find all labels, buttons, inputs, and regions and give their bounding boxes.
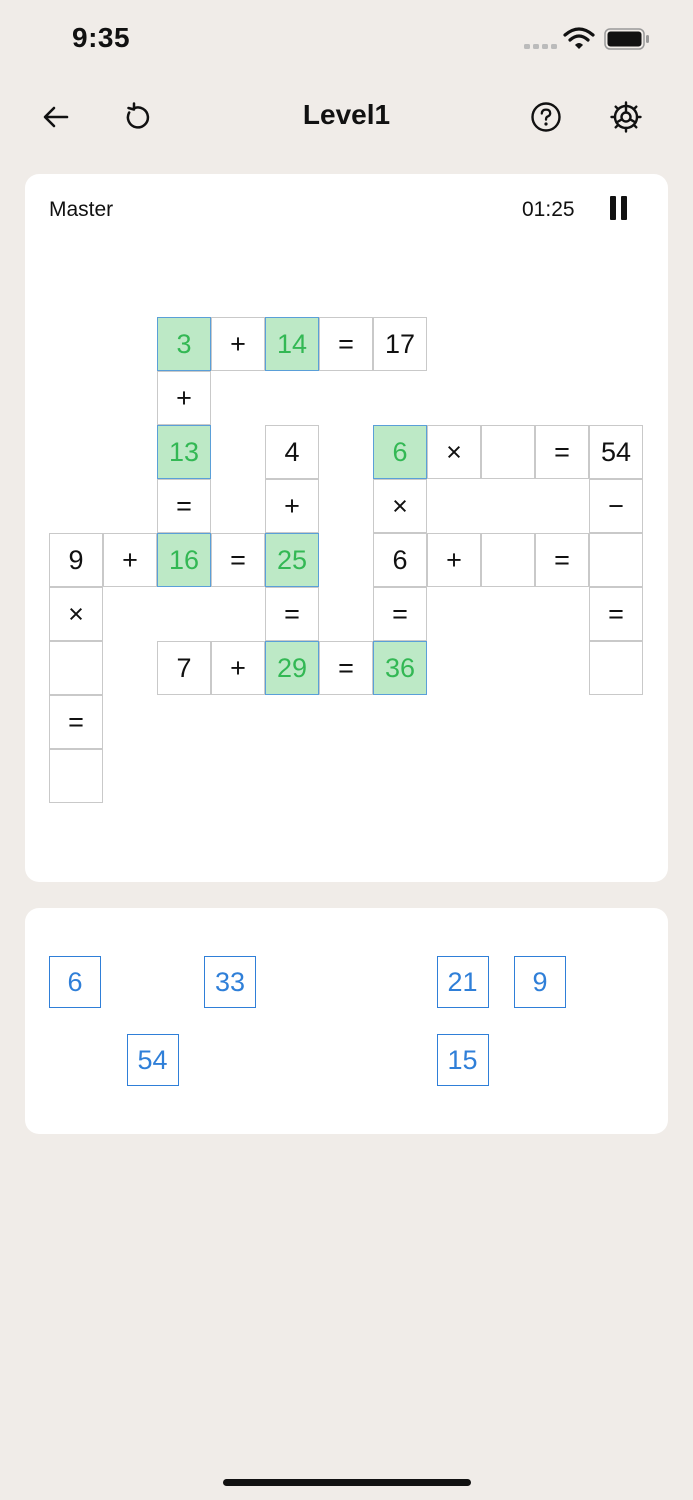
settings-button[interactable] [606, 97, 646, 137]
number-tile[interactable]: 21 [436, 956, 489, 1008]
empty-cell[interactable] [49, 641, 103, 695]
grid-cell: = [535, 533, 589, 587]
grid-cell: = [211, 533, 265, 587]
wifi-icon [563, 27, 595, 49]
number-tile[interactable]: 54 [126, 1034, 179, 1086]
grid-cell: = [49, 695, 103, 749]
grid-cell: = [157, 479, 211, 533]
placed-number-cell[interactable]: 16 [157, 533, 211, 587]
question-circle-icon [531, 102, 561, 132]
placed-number-cell[interactable]: 3 [157, 317, 211, 371]
number-tile[interactable]: 6 [49, 956, 101, 1008]
gear-icon [610, 101, 642, 133]
grid-cell: + [427, 533, 481, 587]
battery-icon [604, 28, 649, 50]
grid-cell: × [49, 587, 103, 641]
pause-button[interactable] [610, 196, 630, 222]
empty-cell[interactable] [589, 641, 643, 695]
status-bar: 9:35 [0, 0, 693, 80]
placed-number-cell[interactable]: 25 [265, 533, 319, 587]
empty-cell[interactable] [481, 425, 535, 479]
pause-icon [610, 196, 616, 220]
grid-cell: = [319, 641, 373, 695]
grid-cell: 4 [265, 425, 319, 479]
number-bank: 6 33 21 9 54 15 [25, 908, 668, 1134]
nav-bar: Level1 [0, 85, 693, 149]
grid-cell: 17 [373, 317, 427, 371]
grid-cell: = [589, 587, 643, 641]
number-tile[interactable]: 9 [514, 956, 566, 1008]
grid-cell: 54 [589, 425, 643, 479]
grid-cell: 6 [373, 533, 427, 587]
status-time: 9:35 [72, 22, 131, 53]
number-tile[interactable]: 33 [204, 956, 256, 1008]
grid-cell: − [589, 479, 643, 533]
grid-cell: × [427, 425, 481, 479]
grid-cell: 9 [49, 533, 103, 587]
grid-cell: 7 [157, 641, 211, 695]
home-indicator [223, 1479, 471, 1486]
placed-number-cell[interactable]: 29 [265, 641, 319, 695]
pause-icon [621, 196, 627, 220]
grid-cell: + [103, 533, 157, 587]
grid-cell: = [373, 587, 427, 641]
timer: 01:25 [522, 198, 575, 221]
grid-cell: + [157, 371, 211, 425]
grid-cell: = [265, 587, 319, 641]
difficulty-label: Master [49, 198, 114, 221]
placed-number-cell[interactable]: 14 [265, 317, 319, 371]
placed-number-cell[interactable]: 6 [373, 425, 427, 479]
empty-cell[interactable] [481, 533, 535, 587]
number-tile[interactable]: 15 [436, 1034, 489, 1086]
grid-cell: × [373, 479, 427, 533]
help-button[interactable] [526, 97, 566, 137]
empty-cell[interactable] [589, 533, 643, 587]
placed-number-cell[interactable]: 13 [157, 425, 211, 479]
placed-number-cell[interactable]: 36 [373, 641, 427, 695]
grid-cell: = [319, 317, 373, 371]
grid-cell: + [211, 641, 265, 695]
grid-cell: = [535, 425, 589, 479]
empty-cell[interactable] [49, 749, 103, 803]
page-title: Level1 [302, 99, 391, 130]
board-card: Master 01:25 3 +14 = 17 +13 4 6 × = 54 = + × −9 +16 = 25… [25, 174, 668, 882]
signal-icon [524, 44, 557, 49]
grid-cell: + [265, 479, 319, 533]
grid-cell: + [211, 317, 265, 371]
